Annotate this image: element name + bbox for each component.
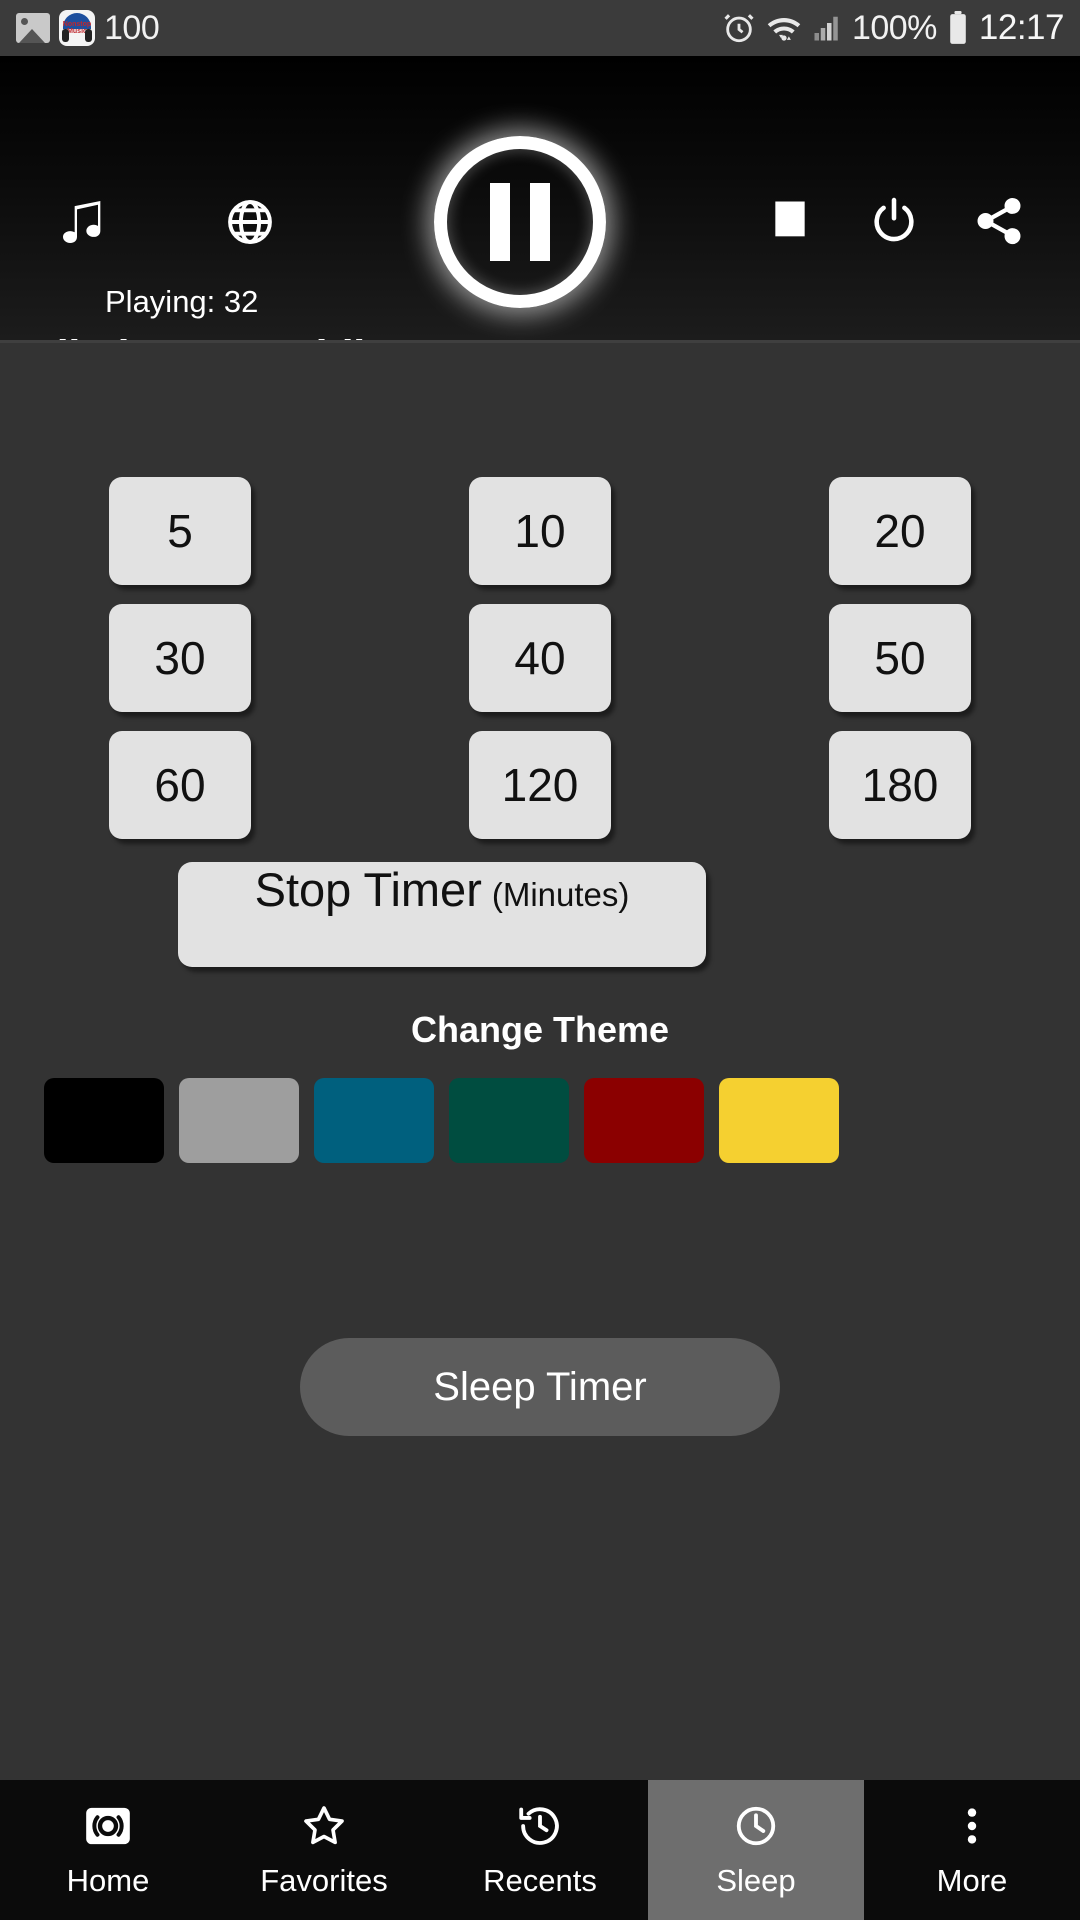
alarm-icon — [722, 11, 756, 45]
battery-icon — [947, 11, 969, 45]
timer-preset-button[interactable]: 50 — [829, 604, 971, 712]
nav-item-home[interactable]: Home — [0, 1780, 216, 1920]
timer-preset-button[interactable]: 30 — [109, 604, 251, 712]
wifi-icon — [766, 13, 802, 43]
nav-label-sleep: Sleep — [716, 1862, 796, 1898]
pause-icon-bar-left — [490, 183, 510, 261]
theme-swatch-teal-blue[interactable] — [314, 1078, 434, 1163]
status-bar: Nonstop Music 100 100% 12:17 — [0, 0, 1080, 56]
app-root: Nonstop Music 100 100% 12:17 Playing: 32… — [0, 0, 1080, 1920]
share-icon[interactable] — [972, 194, 1026, 253]
stop-icon[interactable] — [768, 196, 812, 245]
player-controls: Playing: 32 — [0, 56, 1080, 319]
player-header: Playing: 32 — [0, 56, 1080, 380]
stop-timer-unit: (Minutes) — [491, 876, 630, 913]
theme-swatch-dark-green[interactable] — [449, 1078, 569, 1163]
timer-preset-button[interactable]: 180 — [829, 731, 971, 839]
pause-icon-bar-right — [530, 183, 550, 261]
signal-icon — [812, 13, 842, 43]
timer-preset-button[interactable]: 40 — [469, 604, 611, 712]
battery-percent-label: 100% — [851, 8, 937, 47]
theme-swatch-black[interactable] — [44, 1078, 164, 1163]
timer-preset-button[interactable]: 120 — [469, 731, 611, 839]
image-icon — [16, 13, 50, 43]
nav-label-home: Home — [66, 1862, 150, 1898]
music-note-icon[interactable] — [56, 194, 112, 255]
status-bar-left: Nonstop Music 100 — [16, 8, 160, 48]
nonstop-music-app-icon: Nonstop Music — [59, 10, 95, 46]
clock-icon — [732, 1802, 780, 1850]
nav-item-favorites[interactable]: Favorites — [216, 1780, 432, 1920]
theme-swatch-row — [44, 1078, 1038, 1163]
theme-swatch-yellow[interactable] — [719, 1078, 839, 1163]
nav-label-recents: Recents — [483, 1862, 597, 1898]
nav-item-recents[interactable]: Recents — [432, 1780, 648, 1920]
notification-count: 100 — [104, 8, 160, 47]
nav-item-more[interactable]: More — [864, 1780, 1080, 1920]
play-pause-button[interactable] — [434, 136, 606, 308]
stop-timer-label: Stop Timer — [254, 863, 482, 916]
more-vertical-icon — [948, 1802, 996, 1850]
sleep-timer-button[interactable]: Sleep Timer — [300, 1338, 780, 1436]
timer-preset-button[interactable]: 5 — [109, 477, 251, 585]
timer-preset-button[interactable]: 10 — [469, 477, 611, 585]
nav-label-more: More — [936, 1862, 1008, 1898]
timer-preset-grid: 5 10 20 30 40 50 60 120 180 — [0, 477, 1080, 839]
theme-swatch-dark-red[interactable] — [584, 1078, 704, 1163]
status-bar-right: 100% 12:17 — [722, 8, 1065, 48]
clock-time: 12:17 — [978, 8, 1065, 47]
nav-label-favorites: Favorites — [260, 1862, 388, 1898]
star-icon — [300, 1802, 348, 1850]
history-clock-icon — [516, 1802, 564, 1850]
timer-preset-button[interactable]: 60 — [109, 731, 251, 839]
timer-preset-button[interactable]: 20 — [829, 477, 971, 585]
globe-icon[interactable] — [224, 196, 276, 253]
stop-timer-button[interactable]: Stop Timer (Minutes) — [178, 862, 706, 967]
bottom-navigation-bar: Home Favorites Recents Sleep More — [0, 1780, 1080, 1920]
sleep-timer-screen: 5 10 20 30 40 50 60 120 180 Stop Timer (… — [0, 343, 1080, 1780]
playing-status-label: Playing: 32 — [105, 284, 259, 319]
radio-broadcast-icon — [84, 1802, 132, 1850]
power-icon[interactable] — [868, 194, 920, 251]
theme-swatch-gray[interactable] — [179, 1078, 299, 1163]
nav-item-sleep[interactable]: Sleep — [648, 1780, 864, 1920]
change-theme-title: Change Theme — [410, 1009, 670, 1050]
